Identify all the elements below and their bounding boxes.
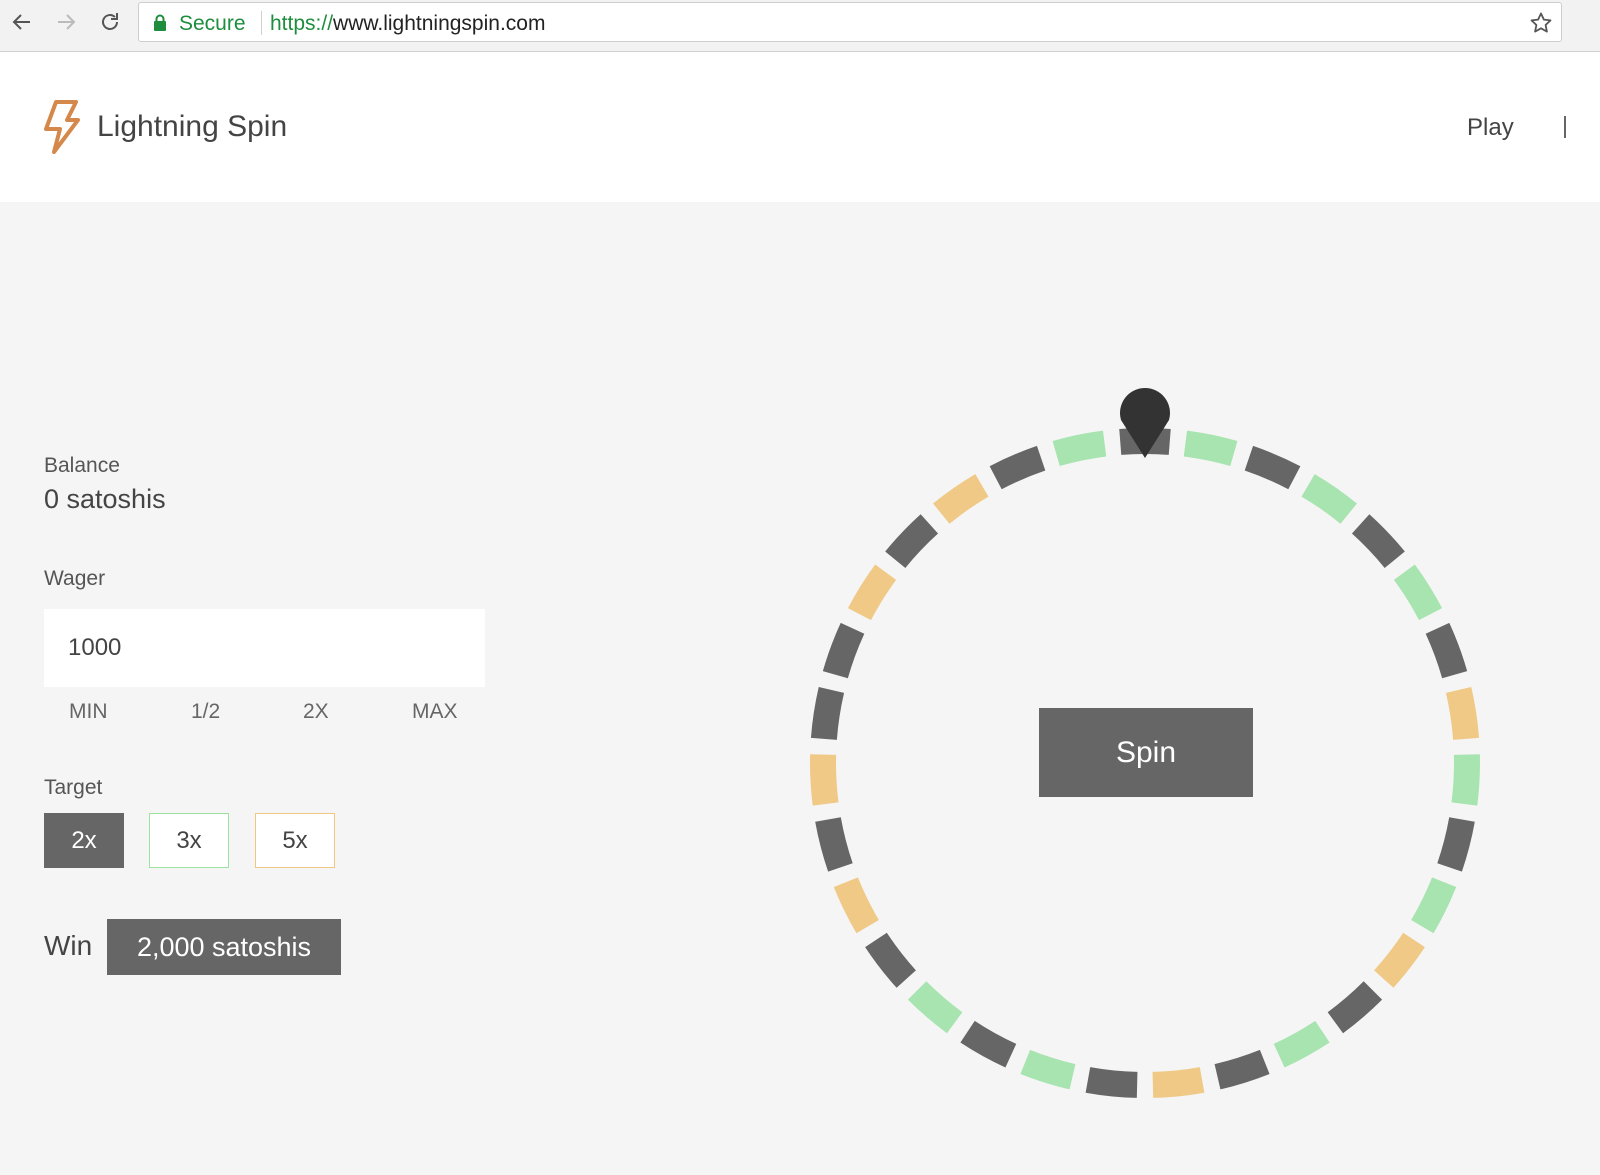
address-bar[interactable]: Secure https://www.lightningspin.com [138,2,1562,42]
wheel-segment-3x [1020,1049,1076,1090]
wheel-segment-2x [865,932,917,988]
wheel-segment-2x [885,514,939,569]
wheel-segment-3x [1301,474,1357,524]
wheel-segment-2x [822,622,865,679]
wager-double-button[interactable]: 2X [303,700,329,724]
wheel-segment-2x [989,445,1046,490]
balance-value: 0 satoshis [44,484,166,514]
reload-icon[interactable] [94,6,126,38]
wheel-segment-3x [1411,877,1457,934]
wheel-segment-2x [1214,1049,1270,1090]
site-header: Lightning Spin Play [0,52,1600,202]
wheel-segment-3x [1052,430,1107,467]
lightning-bolt-icon[interactable] [40,100,82,159]
wager-label: Wager [44,567,106,590]
omnibox-divider [261,11,262,35]
win-value: 2,000 satoshis [107,919,341,975]
wheel-segment-2x [1437,817,1475,872]
wheel-segment-5x [1152,1067,1205,1098]
url-scheme: https:// [270,12,334,35]
wager-min-button[interactable]: MIN [69,700,108,724]
wheel-segment-3x [1273,1020,1330,1068]
target-3x-button[interactable]: 3x [149,813,229,868]
url-host: www.lightningspin.com [333,12,546,35]
wager-half-button[interactable]: 1/2 [191,700,220,724]
target-2x-button[interactable]: 2x [44,813,124,868]
brand-name[interactable]: Lightning Spin [97,110,287,144]
url-text: https://www.lightningspin.com [270,12,545,36]
wheel-segment-2x [1085,1067,1138,1098]
wheel-segment-5x [1373,932,1425,988]
wheel-segment-2x [1425,622,1468,679]
wheel-segment-5x [933,474,989,524]
wheel-segment-5x [1445,686,1480,741]
wheel-segment-2x [1244,445,1301,490]
wheel-segment-3x [1183,430,1238,467]
wheel-segment-2x [1351,514,1405,569]
target-5x-button[interactable]: 5x [255,813,335,868]
wager-max-button[interactable]: MAX [412,700,458,724]
target-label: Target [44,776,103,799]
nav-item-cut-off[interactable] [1564,116,1566,138]
wheel-segment-3x [1451,754,1480,806]
bookmark-star-icon[interactable] [1529,11,1553,40]
wheel-segment-3x [1393,564,1443,621]
wheel-segment-5x [833,877,879,934]
win-label: Win [44,930,93,961]
browser-toolbar: Secure https://www.lightningspin.com [0,0,1600,52]
wheel-segment-2x [960,1020,1017,1068]
wheel-segment-3x [907,981,963,1034]
forward-icon[interactable] [50,6,82,38]
secure-label: Secure [179,12,246,35]
wheel-segment-2x [1327,981,1383,1034]
back-icon[interactable] [6,6,38,38]
nav-play-link[interactable]: Play [1467,114,1514,142]
spin-button[interactable]: Spin [1039,708,1253,797]
wheel-segment-5x [847,564,897,621]
wheel-segment-2x [810,686,845,741]
wager-input[interactable] [44,609,485,687]
balance-label: Balance [44,454,120,477]
lock-icon [153,14,167,36]
wheel-segment-5x [810,754,839,806]
wheel-segment-2x [815,817,853,872]
